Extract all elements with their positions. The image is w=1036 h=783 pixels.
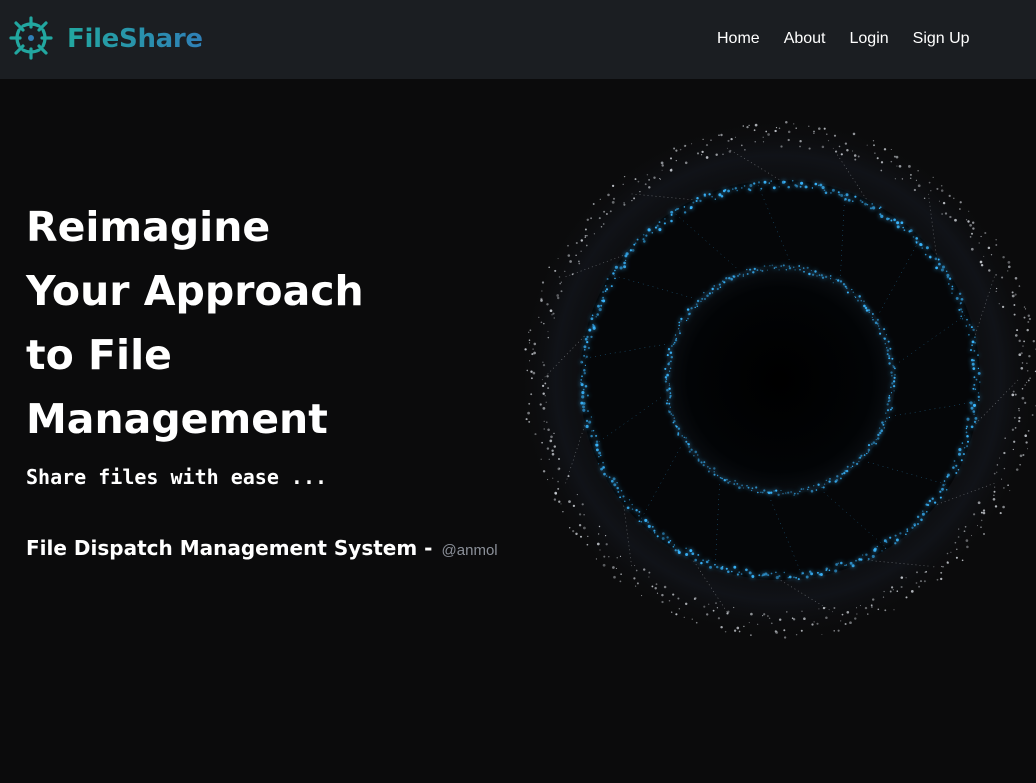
system-title: File Dispatch Management System - xyxy=(26,536,433,560)
nav-login-link[interactable]: Login xyxy=(850,28,889,50)
main-nav: Home About Login Sign Up xyxy=(717,28,970,50)
author-handle: @anmol xyxy=(441,542,498,559)
headline-line: Your Approach xyxy=(26,267,364,315)
network-star-icon[interactable] xyxy=(6,13,56,63)
hero-headline: Reimagine Your Approach to File Manageme… xyxy=(26,195,364,451)
navbar: FileShare Home About Login Sign Up xyxy=(0,0,1036,79)
hero-tagline: Share files with ease ... xyxy=(26,465,328,489)
nav-signup-link[interactable]: Sign Up xyxy=(913,28,970,50)
system-name-line: File Dispatch Management System - @anmol xyxy=(26,534,498,562)
nav-home-link[interactable]: Home xyxy=(717,28,760,50)
headline-line: Management xyxy=(26,395,328,443)
brand-name[interactable]: FileShare xyxy=(67,22,203,56)
nav-about-link[interactable]: About xyxy=(784,28,826,50)
headline-line: Reimagine xyxy=(26,203,271,251)
headline-line: to File xyxy=(26,331,172,379)
particle-orb-icon xyxy=(516,116,1036,640)
